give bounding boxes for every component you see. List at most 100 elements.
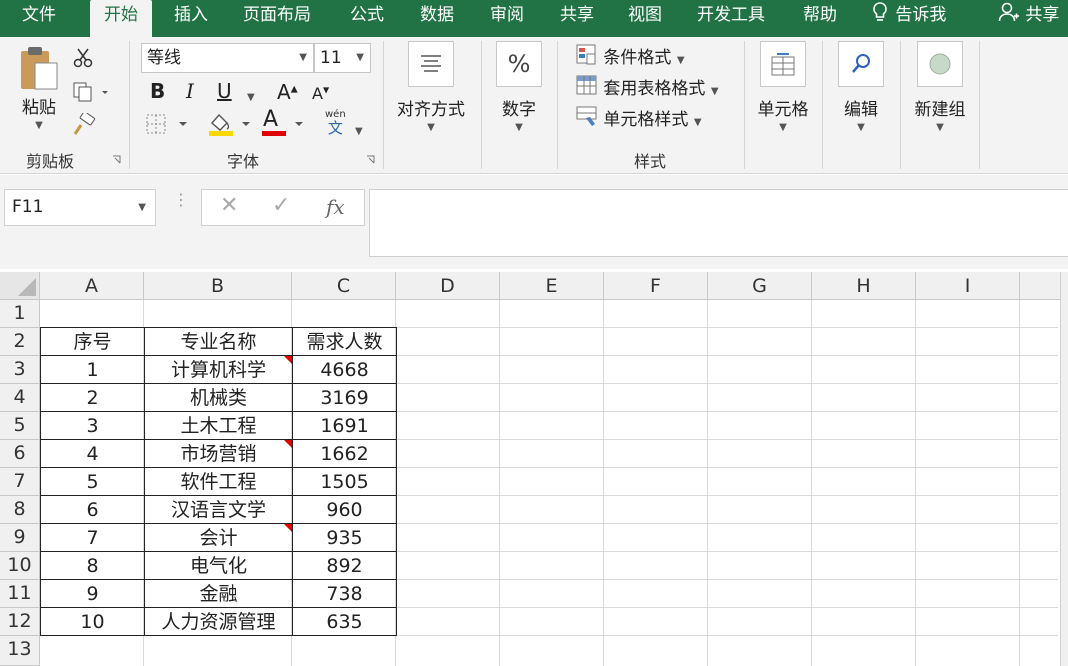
- cell-a12[interactable]: 10: [40, 607, 145, 636]
- underline-button[interactable]: U: [217, 79, 232, 103]
- row-header-5[interactable]: 5: [0, 412, 40, 440]
- insert-function-icon[interactable]: fx: [326, 195, 345, 219]
- cell-c12[interactable]: 635: [292, 607, 397, 636]
- row-header-3[interactable]: 3: [0, 356, 40, 384]
- number-format-button[interactable]: % 数字 ▼: [492, 41, 546, 133]
- font-color-button[interactable]: A: [260, 107, 310, 142]
- tab-developer[interactable]: 开发工具: [697, 0, 765, 37]
- row-header-6[interactable]: 6: [0, 440, 40, 468]
- share-button[interactable]: 共享: [998, 0, 1059, 37]
- font-launcher-icon[interactable]: [366, 155, 375, 164]
- cell-a11[interactable]: 9: [40, 579, 145, 608]
- column-header-g[interactable]: G: [708, 272, 812, 300]
- editing-button[interactable]: 编辑 ▼: [832, 41, 890, 133]
- fill-color-button[interactable]: [207, 111, 257, 142]
- cut-icon[interactable]: [72, 47, 94, 74]
- paste-dropdown-arrow[interactable]: ▼: [14, 120, 64, 131]
- column-header-c[interactable]: C: [292, 272, 396, 300]
- new-group-button[interactable]: 新建组 ▼: [906, 41, 974, 133]
- font-size-select[interactable]: 11 ▼: [314, 43, 371, 73]
- vertical-scrollbar[interactable]: [1060, 272, 1068, 666]
- borders-button[interactable]: [145, 113, 191, 140]
- cell-b5[interactable]: 土木工程: [144, 411, 293, 440]
- cell-a10[interactable]: 8: [40, 551, 145, 580]
- cell-a7[interactable]: 5: [40, 467, 145, 496]
- tab-page-layout[interactable]: 页面布局: [243, 0, 311, 37]
- tab-review[interactable]: 审阅: [490, 0, 524, 37]
- tab-insert[interactable]: 插入: [174, 0, 208, 37]
- cancel-icon[interactable]: ✕: [220, 193, 238, 218]
- cell-c11[interactable]: 738: [292, 579, 397, 608]
- tab-file[interactable]: 文件: [22, 0, 56, 37]
- format-painter-icon[interactable]: [72, 111, 96, 142]
- cell-b6[interactable]: 市场营销: [144, 439, 293, 468]
- cell-c6[interactable]: 1662: [292, 439, 397, 468]
- cell-c8[interactable]: 960: [292, 495, 397, 524]
- cell-c4[interactable]: 3169: [292, 383, 397, 412]
- paste-button[interactable]: 粘贴 ▼: [14, 45, 64, 131]
- font-name-select[interactable]: 等线 ▼: [141, 43, 314, 73]
- row-header-9[interactable]: 9: [0, 524, 40, 552]
- cell-a6[interactable]: 4: [40, 439, 145, 468]
- cell-b11[interactable]: 金融: [144, 579, 293, 608]
- cell-styles-button[interactable]: 单元格样式 ▼: [576, 105, 702, 133]
- cell-b7[interactable]: 软件工程: [144, 467, 293, 496]
- formula-bar-grip[interactable]: ⋮: [173, 192, 189, 208]
- cell-a4[interactable]: 2: [40, 383, 145, 412]
- shrink-font-button[interactable]: A▼: [312, 84, 329, 103]
- cell-a3[interactable]: 1: [40, 355, 145, 384]
- column-header-d[interactable]: D: [396, 272, 500, 300]
- row-header-4[interactable]: 4: [0, 384, 40, 412]
- tab-view[interactable]: 视图: [628, 0, 662, 37]
- column-header-i[interactable]: I: [916, 272, 1020, 300]
- italic-button[interactable]: I: [186, 79, 194, 103]
- row-header-2[interactable]: 2: [0, 328, 40, 356]
- phonetic-dropdown-arrow[interactable]: ▼: [355, 119, 363, 139]
- row-header-7[interactable]: 7: [0, 468, 40, 496]
- name-box[interactable]: F11 ▼: [4, 189, 156, 226]
- cell-c9[interactable]: 935: [292, 523, 397, 552]
- column-header-a[interactable]: A: [40, 272, 144, 300]
- cell-b9[interactable]: 会计: [144, 523, 293, 552]
- tell-me-box[interactable]: 告诉我: [870, 0, 946, 37]
- cell-c2[interactable]: 需求人数: [292, 327, 397, 356]
- row-header-1[interactable]: 1: [0, 300, 40, 328]
- tab-help[interactable]: 帮助: [803, 0, 837, 37]
- conditional-formatting-button[interactable]: 条件格式 ▼: [576, 43, 685, 71]
- cell-b8[interactable]: 汉语言文学: [144, 495, 293, 524]
- cell-c3[interactable]: 4668: [292, 355, 397, 384]
- tab-home[interactable]: 开始: [90, 0, 152, 37]
- cell-c7[interactable]: 1505: [292, 467, 397, 496]
- row-header-13[interactable]: 13: [0, 636, 40, 666]
- enter-icon[interactable]: ✓: [272, 193, 290, 218]
- alignment-button[interactable]: 对齐方式 ▼: [393, 41, 469, 133]
- cell-a2[interactable]: 序号: [40, 327, 145, 356]
- copy-icon[interactable]: [72, 81, 108, 108]
- column-header-h[interactable]: H: [812, 272, 916, 300]
- format-as-table-button[interactable]: 套用表格格式 ▼: [576, 74, 719, 102]
- cell-b4[interactable]: 机械类: [144, 383, 293, 412]
- underline-dropdown-arrow[interactable]: ▼: [247, 85, 255, 105]
- cell-b12[interactable]: 人力资源管理: [144, 607, 293, 636]
- comment-indicator-b9[interactable]: [284, 524, 292, 532]
- column-header-f[interactable]: F: [604, 272, 708, 300]
- tab-share-workbook[interactable]: 共享: [560, 0, 594, 37]
- comment-indicator-b6[interactable]: [284, 440, 292, 448]
- grow-font-button[interactable]: A▲: [277, 80, 298, 104]
- row-header-12[interactable]: 12: [0, 608, 40, 636]
- cell-c5[interactable]: 1691: [292, 411, 397, 440]
- cell-b2[interactable]: 专业名称: [144, 327, 293, 356]
- select-all-corner[interactable]: [0, 272, 40, 300]
- clipboard-launcher-icon[interactable]: [112, 155, 121, 164]
- cells-button[interactable]: 单元格 ▼: [752, 41, 814, 133]
- cell-a5[interactable]: 3: [40, 411, 145, 440]
- cell-b3[interactable]: 计算机科学: [144, 355, 293, 384]
- bold-button[interactable]: B: [150, 79, 165, 103]
- row-header-8[interactable]: 8: [0, 496, 40, 524]
- row-header-10[interactable]: 10: [0, 552, 40, 580]
- column-header-b[interactable]: B: [144, 272, 292, 300]
- tab-formulas[interactable]: 公式: [350, 0, 384, 37]
- cell-b10[interactable]: 电气化: [144, 551, 293, 580]
- comment-indicator-b3[interactable]: [284, 356, 292, 364]
- cell-c10[interactable]: 892: [292, 551, 397, 580]
